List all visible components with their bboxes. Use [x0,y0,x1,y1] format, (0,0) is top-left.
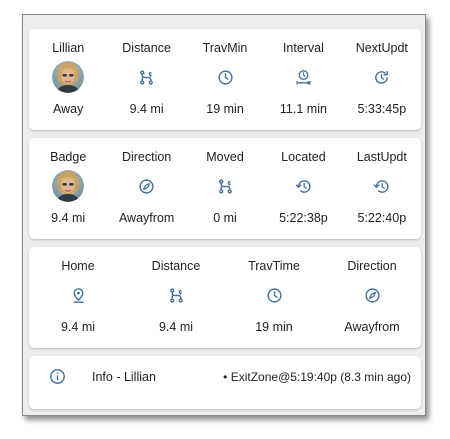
avatar-cell[interactable] [29,61,107,93]
source-branch-icon[interactable] [186,170,264,202]
header-lastupdt: LastUpdt [356,150,407,164]
header-badge: Badge [50,150,87,164]
value-travtime: 19 min [255,320,293,334]
value-home: 9.4 mi [60,320,96,334]
avatar[interactable] [52,61,84,93]
info-status: • ExitZone@5:19:40p (8.3 min ago) [223,370,411,384]
sensor-panel: Lillian Distance TravMin Interval NextUp… [22,14,426,416]
value-distance: 9.4 mi [129,102,164,116]
map-marker-icon[interactable] [29,279,127,311]
clock-refresh-icon[interactable] [343,61,421,93]
value-badge: 9.4 mi [51,211,86,225]
header-travmin: TravMin [202,41,248,55]
value-zone: Away [53,102,84,116]
value-nextupdt: 5:33:45p [357,102,407,116]
value-direction: Awayfrom [118,211,175,225]
header-located: Located [281,150,326,164]
header-home: Home [61,259,95,273]
value-travmin: 19 min [206,102,244,116]
icon-row [29,279,421,311]
header-moved: Moved [206,150,244,164]
compass-icon[interactable] [107,170,185,202]
icon-row [29,170,421,202]
header-nextupdt: NextUpdt [355,41,408,55]
badge-avatar-cell[interactable] [29,170,107,202]
information-icon[interactable] [49,368,66,385]
value-direction: Awayfrom [344,320,400,334]
header-distance: Distance [151,259,201,273]
header-distance: Distance [122,41,171,55]
history-icon[interactable] [343,170,421,202]
value-moved: 0 mi [213,211,237,225]
clock-icon[interactable] [225,279,323,311]
home-zone-card: Home Distance TravTime Direction 9.4 mi … [29,247,421,348]
info-card[interactable]: Info - Lillian • ExitZone@5:19:40p (8.3 … [29,356,421,409]
header-name: Lillian [52,41,85,55]
value-row: 9.4 mi 9.4 mi 19 min Awayfrom [29,320,421,334]
value-lastupdt: 5:22:40p [357,211,407,225]
source-branch-icon[interactable] [107,61,185,93]
tracker-card-main: Lillian Distance TravMin Interval NextUp… [29,29,421,130]
header-direction: Direction [121,150,172,164]
history-icon[interactable] [264,170,342,202]
compass-icon[interactable] [323,279,421,311]
value-distance: 9.4 mi [158,320,194,334]
header-row: Lillian Distance TravMin Interval NextUp… [29,41,421,55]
tracker-card-details: Badge Direction Moved Located LastUpdt 9… [29,138,421,239]
header-direction: Direction [347,259,397,273]
header-travtime: TravTime [248,259,300,273]
timer-interval-icon[interactable] [264,61,342,93]
value-row: 9.4 mi Awayfrom 0 mi 5:22:38p 5:22:40p [29,211,421,225]
value-row: Away 9.4 mi 19 min 11.1 min 5:33:45p [29,102,421,116]
value-located: 5:22:38p [279,211,328,225]
info-label: Info - Lillian [92,370,156,384]
header-row: Badge Direction Moved Located LastUpdt [29,150,421,164]
header-row: Home Distance TravTime Direction [29,259,421,273]
icon-row [29,61,421,93]
header-interval: Interval [282,41,324,55]
avatar[interactable] [52,170,84,202]
clock-icon[interactable] [186,61,264,93]
source-branch-icon[interactable] [127,279,225,311]
value-interval: 11.1 min [279,102,327,116]
